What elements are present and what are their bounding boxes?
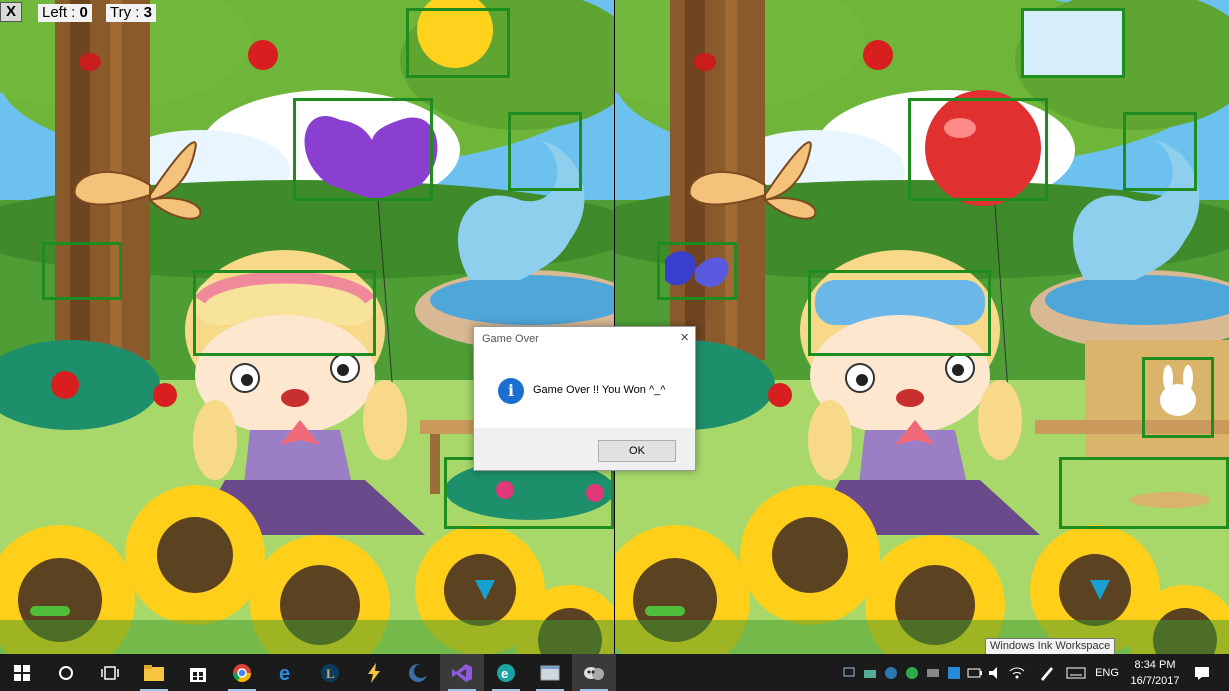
try-value: 3	[143, 4, 152, 21]
found-difference-box	[1123, 112, 1197, 191]
e-app-icon[interactable]: e	[484, 654, 528, 691]
league-icon[interactable]: L	[308, 654, 352, 691]
wifi-icon[interactable]	[1008, 654, 1026, 691]
game-app-icon[interactable]	[572, 654, 616, 691]
found-difference-box	[1142, 357, 1214, 438]
found-difference-box	[406, 8, 510, 78]
found-difference-box	[908, 98, 1048, 201]
svg-text:e: e	[279, 663, 290, 683]
task-view-icon[interactable]	[88, 654, 132, 691]
found-difference-box	[808, 270, 991, 356]
ok-button[interactable]: OK	[598, 440, 676, 462]
tray-green-icon[interactable]	[903, 654, 921, 691]
app-moon-icon[interactable]	[396, 654, 440, 691]
bolt-icon[interactable]	[352, 654, 396, 691]
pen-ink-icon[interactable]	[1036, 654, 1058, 691]
windows-taskbar: e L e ENG 8:34 PM 16/7/2017	[0, 654, 1229, 691]
window-app-icon[interactable]	[528, 654, 572, 691]
info-icon: i	[498, 378, 524, 404]
edge-icon[interactable]: e	[264, 654, 308, 691]
visual-studio-icon[interactable]	[440, 654, 484, 691]
left-label: Left :	[42, 4, 80, 21]
differences-left-counter: Left : 0	[38, 4, 92, 22]
try-label: Try :	[110, 4, 144, 21]
chrome-icon[interactable]	[220, 654, 264, 691]
clock[interactable]: 8:34 PM 16/7/2017	[1123, 657, 1187, 689]
game-over-dialog: Game Over × i Game Over !! You Won ^_^ O…	[473, 326, 696, 471]
game-stage: X Left : 0 Try : 3 Game Over × i Game Ov…	[0, 0, 1229, 654]
cortana-icon[interactable]	[44, 654, 88, 691]
dialog-close-button[interactable]: ×	[680, 329, 689, 346]
clock-time: 8:34 PM	[1134, 659, 1176, 671]
tray-monitor-icon[interactable]	[840, 654, 858, 691]
svg-text:e: e	[501, 666, 508, 681]
tray-network-app-icon[interactable]	[861, 654, 879, 691]
found-difference-box	[657, 242, 737, 300]
found-difference-box	[42, 242, 122, 300]
windows-ink-tooltip: Windows Ink Workspace	[985, 638, 1116, 654]
found-difference-box	[1059, 457, 1229, 529]
found-difference-box	[193, 270, 376, 356]
tray-drive-icon[interactable]	[924, 654, 942, 691]
dialog-message: Game Over !! You Won ^_^	[533, 384, 666, 396]
found-difference-box	[508, 112, 582, 191]
notifications-icon[interactable]	[1190, 654, 1214, 691]
keyboard-icon[interactable]	[1064, 654, 1088, 691]
start-icon[interactable]	[0, 654, 44, 691]
battery-icon[interactable]	[966, 654, 984, 691]
file-explorer-icon[interactable]	[132, 654, 176, 691]
tray-e-icon[interactable]	[882, 654, 900, 691]
found-difference-box	[1021, 8, 1125, 78]
dialog-title: Game Over	[482, 333, 539, 345]
language-indicator[interactable]: ENG	[1092, 654, 1122, 691]
close-game-button[interactable]: X	[0, 2, 22, 22]
speaker-icon[interactable]	[987, 654, 1005, 691]
left-value: 0	[79, 4, 88, 21]
tries-counter: Try : 3	[106, 4, 156, 22]
store-icon[interactable]	[176, 654, 220, 691]
dialog-footer: OK	[474, 428, 695, 470]
clock-date: 16/7/2017	[1130, 675, 1180, 687]
tray-blue-icon[interactable]	[945, 654, 963, 691]
found-difference-box	[293, 98, 433, 201]
right-picture-panel[interactable]	[615, 0, 1229, 654]
svg-text:L: L	[326, 666, 335, 681]
